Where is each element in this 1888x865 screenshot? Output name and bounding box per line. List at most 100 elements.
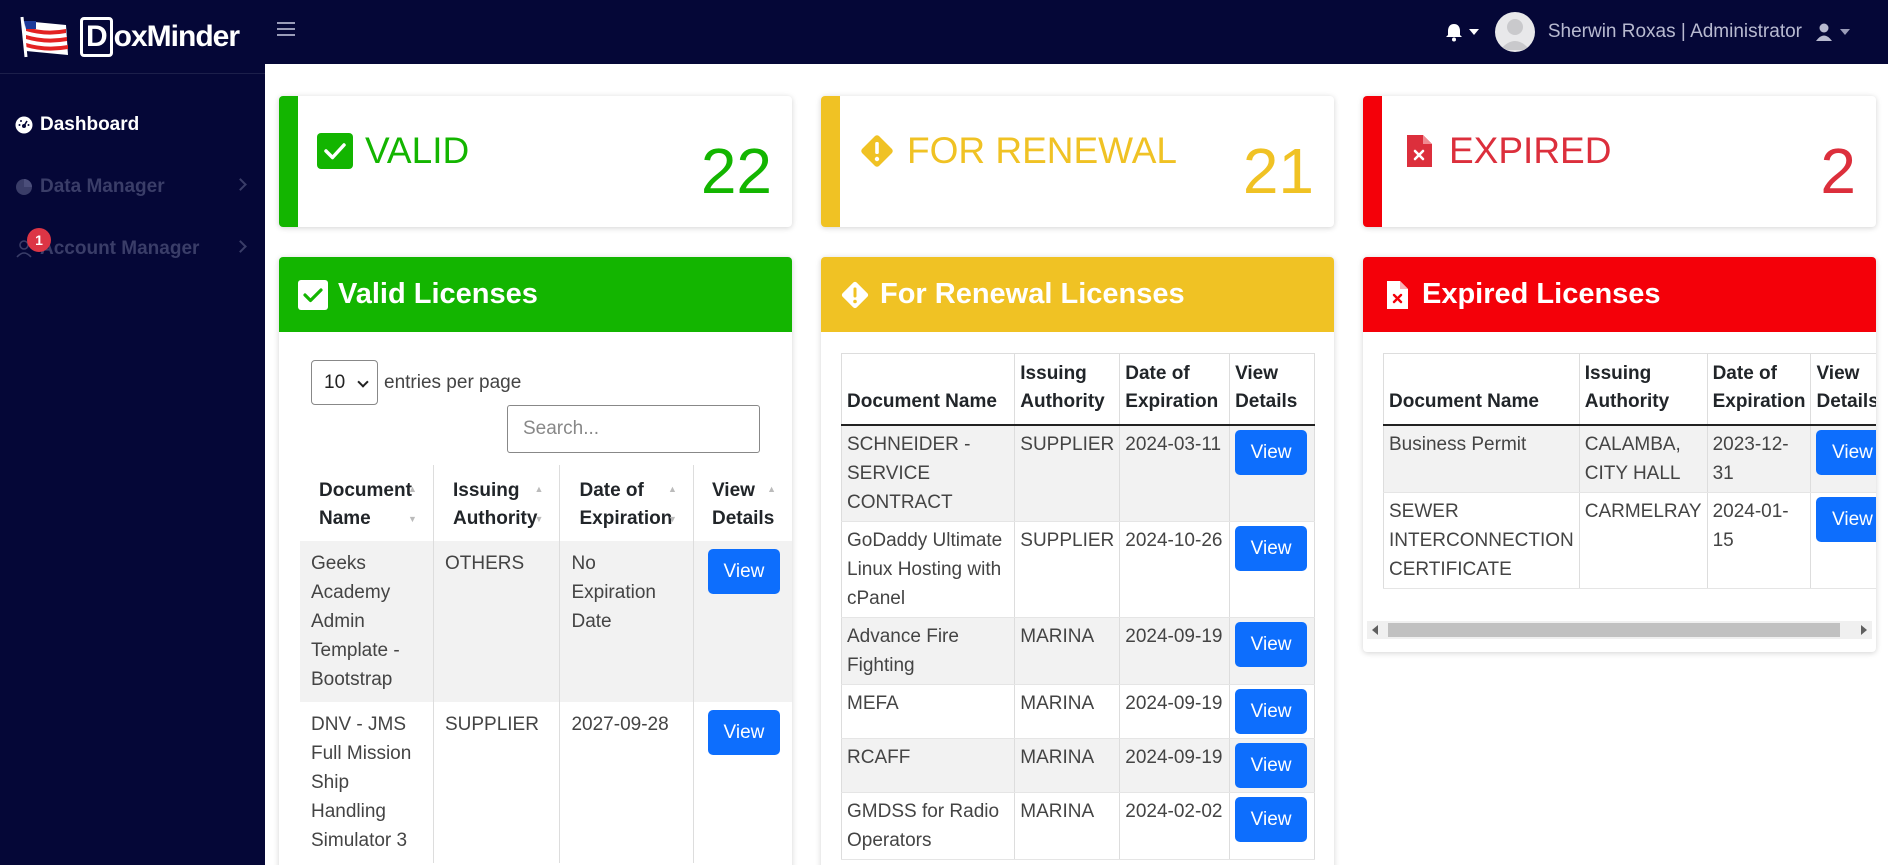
table-row: GoDaddy Ultimate Linux Hosting with cPan… [841, 521, 1315, 618]
main-content: VALID 22 FOR RENEWAL 21 EXPIRED 2 Valid … [265, 64, 1888, 865]
brand[interactable]: DoxMinder [0, 0, 265, 74]
cell-expiration-date: 2024-03-11 [1119, 425, 1231, 522]
scroll-left-icon[interactable] [1372, 625, 1378, 635]
cell-expiration-date: 2027-09-28 [559, 702, 694, 863]
stat-value: 21 [1242, 135, 1314, 207]
expired-licenses-panel: Expired Licenses Document Name Issuing A… [1363, 257, 1876, 652]
topbar: Sherwin Roxas | Administrator [265, 0, 1888, 64]
cell-issuing-authority: MARINA [1014, 738, 1121, 793]
panel-header: Expired Licenses [1363, 257, 1876, 332]
column-header[interactable]: View Details [1811, 354, 1876, 426]
stat-label: VALID [317, 130, 469, 172]
hamburger-menu-icon[interactable] [277, 22, 295, 38]
cell-expiration-date: 2024-09-19 [1119, 684, 1231, 739]
renewal-licenses-panel: For Renewal Licenses Document Name Issui… [821, 257, 1334, 865]
warning-diamond-icon [841, 281, 869, 308]
cell-issuing-authority: SUPPLIER [1014, 425, 1121, 522]
cell-expiration-date: 2024-02-02 [1119, 792, 1231, 860]
cell-view-details: View [1229, 617, 1315, 685]
table-row: MEFA MARINA 2024-09-19 View [841, 684, 1315, 739]
file-x-icon [1407, 135, 1432, 167]
valid-licenses-table: Document Name ▲ ▼ Issuing Authority ▲ ▼ Date… [300, 465, 792, 863]
column-header[interactable]: View Details ▲ [693, 465, 792, 541]
sort-up-icon: ▲ [534, 484, 544, 494]
cell-view-details: View [693, 541, 792, 702]
warning-diamond-icon [861, 135, 893, 167]
sort-up-icon: ▲ [767, 484, 776, 494]
sidebar-item-dashboard[interactable]: Dashboard [0, 94, 265, 156]
check-square-icon [298, 279, 328, 310]
table-row: Business Permit CALAMBA, CITY HALL 2023-… [1383, 425, 1876, 493]
view-button[interactable]: View [707, 710, 780, 755]
view-button[interactable]: View [707, 549, 780, 594]
table-row: GMDSS for Radio Operators MARINA 2024-02… [841, 792, 1315, 860]
user-icon[interactable] [1814, 22, 1834, 42]
cell-issuing-authority: SUPPLIER [1014, 521, 1121, 618]
column-header[interactable]: Document Name ▲ ▼ [300, 465, 434, 541]
scroll-right-icon[interactable] [1861, 625, 1867, 635]
cell-view-details: View [1229, 521, 1315, 618]
cell-issuing-authority: MARINA [1014, 792, 1121, 860]
card-stripe [1363, 96, 1382, 227]
panel-title: For Renewal Licenses [880, 278, 1185, 310]
view-button[interactable]: View [1816, 430, 1876, 475]
entries-select-value: 10 [324, 371, 346, 393]
avatar[interactable] [1494, 12, 1535, 52]
view-button[interactable]: View [1235, 430, 1308, 475]
column-header[interactable]: Date of Expiration [1119, 353, 1231, 425]
horizontal-scrollbar[interactable] [1367, 621, 1872, 639]
topbar-right: Sherwin Roxas | Administrator [1443, 0, 1888, 64]
user-dropdown-caret-icon[interactable] [1840, 29, 1850, 35]
stat-label-text: EXPIRED [1449, 130, 1612, 171]
cell-issuing-authority: OTHERS [433, 541, 561, 702]
chevron-right-icon [234, 178, 247, 191]
entries-select[interactable]: 10 [311, 360, 378, 405]
cell-view-details: View [1229, 684, 1315, 739]
stat-label-text: VALID [365, 130, 470, 171]
sidebar-item-data-manager[interactable]: Data Manager [0, 156, 265, 218]
table-row: RCAFF MARINA 2024-09-19 View [841, 738, 1315, 793]
cell-view-details: View [1229, 738, 1315, 793]
card-stripe [279, 96, 298, 227]
table-row: SCHNEIDER - SERVICE CONTRACT SUPPLIER 20… [841, 425, 1315, 522]
column-header[interactable]: Date of Expiration [1707, 353, 1812, 425]
column-header[interactable]: Date of Expiration ▲ ▼ [559, 465, 694, 541]
cell-expiration-date: 2024-01-15 [1707, 492, 1812, 589]
stat-value: 2 [1820, 135, 1856, 207]
table-row: SEWER INTERCONNECTION CERTIFICATE CARMEL… [1383, 492, 1876, 589]
cell-expiration-date: 2024-09-19 [1119, 738, 1231, 793]
view-button[interactable]: View [1235, 526, 1308, 571]
view-button[interactable]: View [1235, 689, 1308, 734]
sidebar-item-label: Dashboard [40, 114, 140, 135]
column-header[interactable]: Issuing Authority ▲ ▼ [433, 465, 561, 541]
user-name[interactable]: Sherwin Roxas | Administrator [1548, 21, 1802, 43]
view-button[interactable]: View [1816, 497, 1876, 542]
cell-issuing-authority: MARINA [1014, 684, 1121, 739]
view-button[interactable]: View [1235, 622, 1308, 667]
column-header[interactable]: Issuing Authority [1579, 353, 1708, 425]
cell-document-name: MEFA [841, 684, 1016, 739]
search-input[interactable]: Search... [507, 405, 760, 453]
column-header[interactable]: Document Name [841, 353, 1016, 425]
sort-down-icon: ▼ [408, 514, 417, 524]
notification-dropdown-caret-icon[interactable] [1468, 29, 1479, 35]
view-button[interactable]: View [1235, 743, 1308, 788]
sidebar: DoxMinder Dashboard Data Manager Account… [0, 0, 265, 865]
sidebar-item-label: Account Manager [40, 238, 200, 259]
column-header[interactable]: Issuing Authority [1014, 353, 1121, 425]
brand-name: DoxMinder [80, 16, 240, 57]
search-placeholder: Search... [523, 418, 600, 439]
bell-icon[interactable] [1443, 21, 1465, 43]
cell-issuing-authority: MARINA [1014, 617, 1121, 685]
entries-label: entries per page [384, 371, 522, 393]
column-header[interactable]: Document Name [1383, 353, 1580, 425]
column-header[interactable]: View Details [1230, 354, 1315, 426]
view-button[interactable]: View [1235, 797, 1308, 842]
cell-expiration-date: No Expiration Date [559, 541, 694, 702]
table-row: Advance Fire Fighting MARINA 2024-09-19 … [841, 617, 1315, 685]
sidebar-item-account-manager[interactable]: Account Manager 1 [0, 218, 265, 280]
scrollbar-thumb[interactable] [1388, 623, 1840, 637]
stat-label: EXPIRED [1401, 130, 1611, 172]
panel-header: Valid Licenses [279, 257, 792, 332]
cell-view-details: View [1229, 792, 1315, 860]
